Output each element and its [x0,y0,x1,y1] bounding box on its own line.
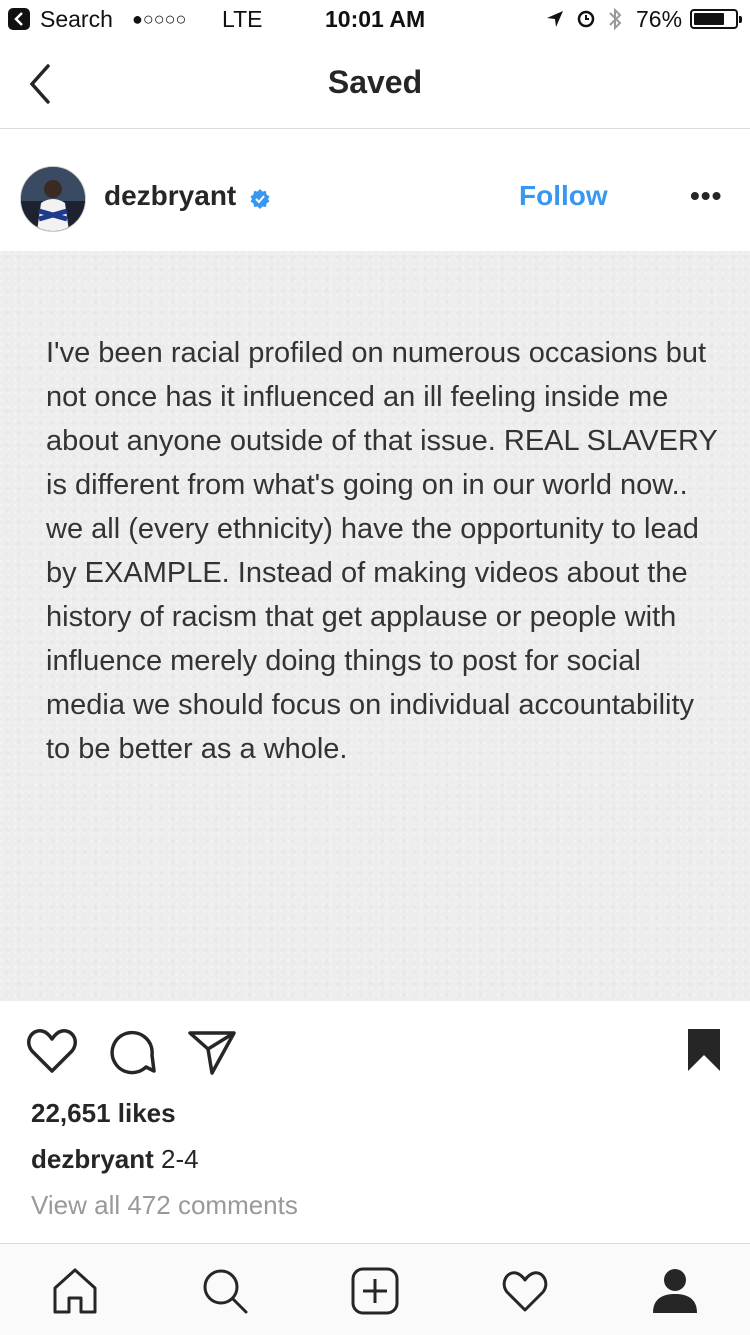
tab-bar [0,1243,750,1335]
post-actions [0,1001,750,1101]
home-icon[interactable] [50,1266,100,1316]
avatar[interactable] [20,166,86,232]
post-image[interactable]: I've been racial profiled on numerous oc… [0,251,750,1001]
add-icon[interactable] [350,1266,400,1316]
alarm-icon [577,10,595,28]
back-to-app-button[interactable] [8,8,30,30]
clock: 10:01 AM [325,6,426,32]
profile-icon[interactable] [650,1266,700,1316]
battery-icon [690,9,742,29]
location-icon [547,11,563,27]
nav-bar: Saved [0,40,750,129]
likes-count[interactable]: 22,651 likes [31,1098,176,1129]
more-options-button[interactable]: ••• [690,180,722,212]
verified-badge-icon [250,189,270,209]
quote-text: I've been racial profiled on numerous oc… [46,337,718,765]
paper-plane-icon[interactable] [186,1027,238,1077]
search-icon[interactable] [200,1266,250,1316]
view-all-comments-link[interactable]: View all 472 comments [31,1190,298,1221]
post-header: dezbryant Follow ••• [0,128,750,252]
follow-button[interactable]: Follow [519,180,608,212]
caption-username[interactable]: dezbryant [31,1144,154,1174]
caption-text: 2-4 [161,1144,199,1174]
bluetooth-icon [609,7,622,31]
comment-icon[interactable] [106,1027,158,1077]
bookmark-icon[interactable] [686,1027,722,1073]
status-bar: Search ●○○○○ LTE 10:01 AM 76% [0,0,750,40]
heart-icon[interactable] [26,1027,78,1075]
page-title: Saved [327,64,423,100]
back-app-label[interactable]: Search [40,6,113,33]
caption: dezbryant 2-4 [31,1144,199,1175]
post-username[interactable]: dezbryant [104,180,236,212]
network-label: LTE [222,6,263,32]
heart-icon[interactable] [500,1266,550,1316]
battery-percent: 76% [636,6,683,32]
signal-strength: ●○○○○ [132,9,187,29]
